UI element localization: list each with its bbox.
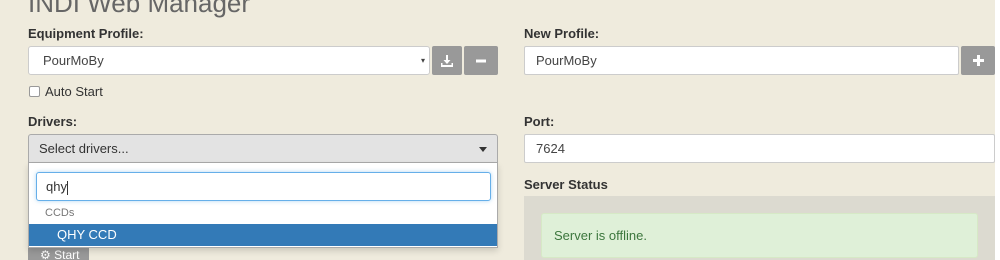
equipment-profile-select[interactable]: PourMoBy ▾ (28, 46, 430, 75)
drivers-dropdown: qhy CCDs QHY CCD (28, 163, 498, 248)
save-profile-button[interactable] (432, 46, 462, 75)
dropdown-group-label: CCDs (45, 207, 75, 219)
page-title: INDI Web Manager (28, 0, 251, 18)
download-icon (441, 54, 453, 67)
server-status-message: Server is offline. (541, 213, 978, 258)
drivers-search-input[interactable]: qhy (36, 172, 491, 201)
dropdown-option[interactable]: QHY CCD (29, 224, 497, 246)
start-label: Start (54, 248, 80, 260)
minus-icon (476, 59, 486, 62)
drivers-select[interactable]: Select drivers... (28, 134, 498, 163)
equipment-profile-value: PourMoBy (43, 53, 104, 68)
plus-icon (972, 55, 984, 66)
new-profile-input[interactable]: PourMoBy (524, 46, 959, 75)
drivers-placeholder: Select drivers... (39, 141, 129, 156)
port-input[interactable]: 7624 (524, 134, 995, 163)
add-profile-button[interactable] (961, 46, 995, 75)
port-label: Port: (524, 114, 555, 129)
auto-start-label: Auto Start (45, 84, 103, 99)
drivers-label: Drivers: (28, 114, 78, 129)
text-cursor (66, 180, 68, 195)
auto-start-checkbox[interactable] (29, 86, 40, 97)
window-edge (995, 0, 1000, 260)
select-arrow-icon: ▾ (420, 56, 425, 65)
drivers-search-value: qhy (46, 179, 67, 194)
remove-profile-button[interactable] (464, 46, 498, 75)
gear-icon: ⚙ (40, 248, 51, 260)
equipment-profile-label: Equipment Profile: (28, 26, 144, 41)
caret-down-icon (479, 147, 487, 152)
new-profile-label: New Profile: (524, 26, 600, 41)
server-status-label: Server Status (524, 177, 608, 192)
